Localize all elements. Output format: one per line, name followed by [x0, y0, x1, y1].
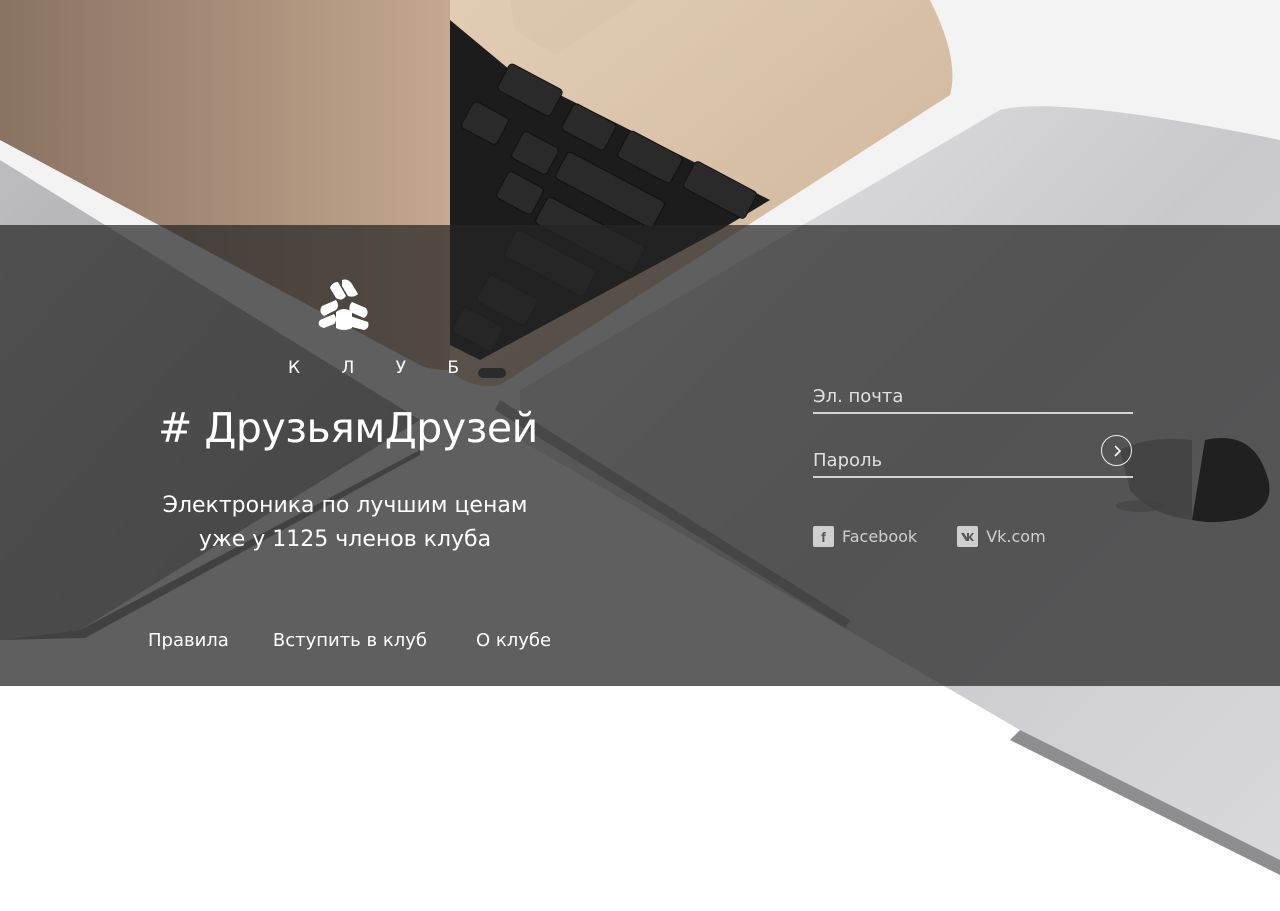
club-label: К Л У Б — [288, 358, 478, 378]
tagline-line-1: Электроника по лучшим ценам — [162, 493, 528, 518]
submit-button[interactable] — [1101, 435, 1132, 466]
facebook-label: Facebook — [842, 527, 918, 546]
tagline-line-2: уже у 1125 членов клуба — [198, 527, 492, 552]
email-field-wrapper — [813, 380, 1133, 414]
password-field[interactable] — [813, 444, 1133, 476]
vk-icon — [957, 526, 979, 547]
facebook-icon: f — [813, 526, 834, 547]
social-login: f Facebook Vk.com — [813, 526, 1046, 547]
vk-label: Vk.com — [986, 527, 1046, 546]
email-field[interactable] — [813, 380, 1133, 412]
login-form — [813, 380, 1133, 478]
vk-login-link[interactable]: Vk.com — [957, 526, 1046, 547]
password-field-wrapper — [813, 435, 1133, 478]
footer-nav: Правила Вступить в клуб О клубе — [148, 630, 551, 660]
nav-link-about[interactable]: О клубе — [476, 630, 551, 660]
arrow-right-circle-icon — [1113, 444, 1121, 457]
nav-link-join[interactable]: Вступить в клуб — [273, 630, 427, 660]
club-logo-icon — [312, 276, 376, 334]
tagline: Электроника по лучшим ценам уже у 1125 ч… — [140, 489, 550, 557]
nav-link-rules[interactable]: Правила — [148, 630, 229, 660]
hashtag-title: # ДрузьямДрузей — [158, 404, 538, 452]
facebook-login-link[interactable]: f Facebook — [813, 526, 917, 547]
